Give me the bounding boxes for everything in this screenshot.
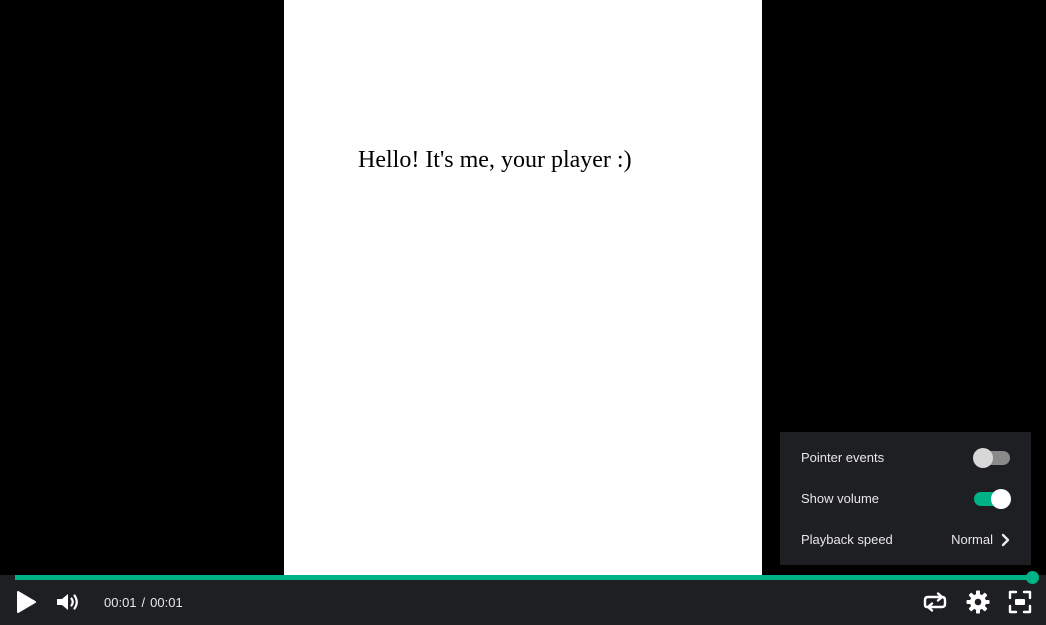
loop-icon: [923, 592, 947, 612]
loop-button[interactable]: [922, 589, 948, 615]
pointer-events-row[interactable]: Pointer events: [801, 437, 1010, 478]
settings-menu: Pointer events Show volume Playback spee…: [780, 432, 1031, 565]
time-display: 00:01 / 00:01: [104, 595, 183, 610]
progress-fill: [15, 575, 1032, 580]
gear-icon: [966, 590, 990, 614]
duration: 00:01: [150, 595, 183, 610]
playback-speed-label: Playback speed: [801, 532, 893, 547]
toggle-knob: [991, 488, 1011, 509]
chevron-right-icon: [1001, 533, 1010, 546]
progress-bar[interactable]: [15, 571, 1039, 584]
volume-button[interactable]: [55, 589, 81, 615]
playback-speed-value: Normal: [951, 532, 993, 547]
control-bar: 00:01 / 00:01: [0, 571, 1046, 625]
pointer-events-toggle[interactable]: [973, 447, 1010, 468]
fullscreen-button[interactable]: [1007, 589, 1033, 615]
show-volume-row[interactable]: Show volume: [801, 478, 1011, 519]
toggle-knob: [973, 447, 993, 468]
video-stage[interactable]: Hello! It's me, your player :): [284, 0, 762, 575]
show-volume-label: Show volume: [801, 491, 880, 506]
playback-speed-row[interactable]: Playback speed Normal: [801, 519, 1010, 560]
current-time: 00:01: [104, 595, 137, 610]
show-volume-toggle[interactable]: [974, 488, 1011, 509]
play-button[interactable]: [13, 589, 39, 615]
pointer-events-label: Pointer events: [801, 450, 885, 465]
video-player: Hello! It's me, your player :) Pointer e…: [0, 0, 1046, 625]
playback-speed-value-group[interactable]: Normal: [951, 532, 1010, 547]
time-separator: /: [141, 595, 146, 610]
settings-button[interactable]: [965, 589, 991, 615]
stage-text: Hello! It's me, your player :): [358, 147, 632, 173]
volume-icon: [57, 594, 78, 610]
progress-handle[interactable]: [1026, 571, 1039, 584]
fullscreen-icon: [1008, 590, 1032, 614]
play-icon: [17, 591, 36, 613]
